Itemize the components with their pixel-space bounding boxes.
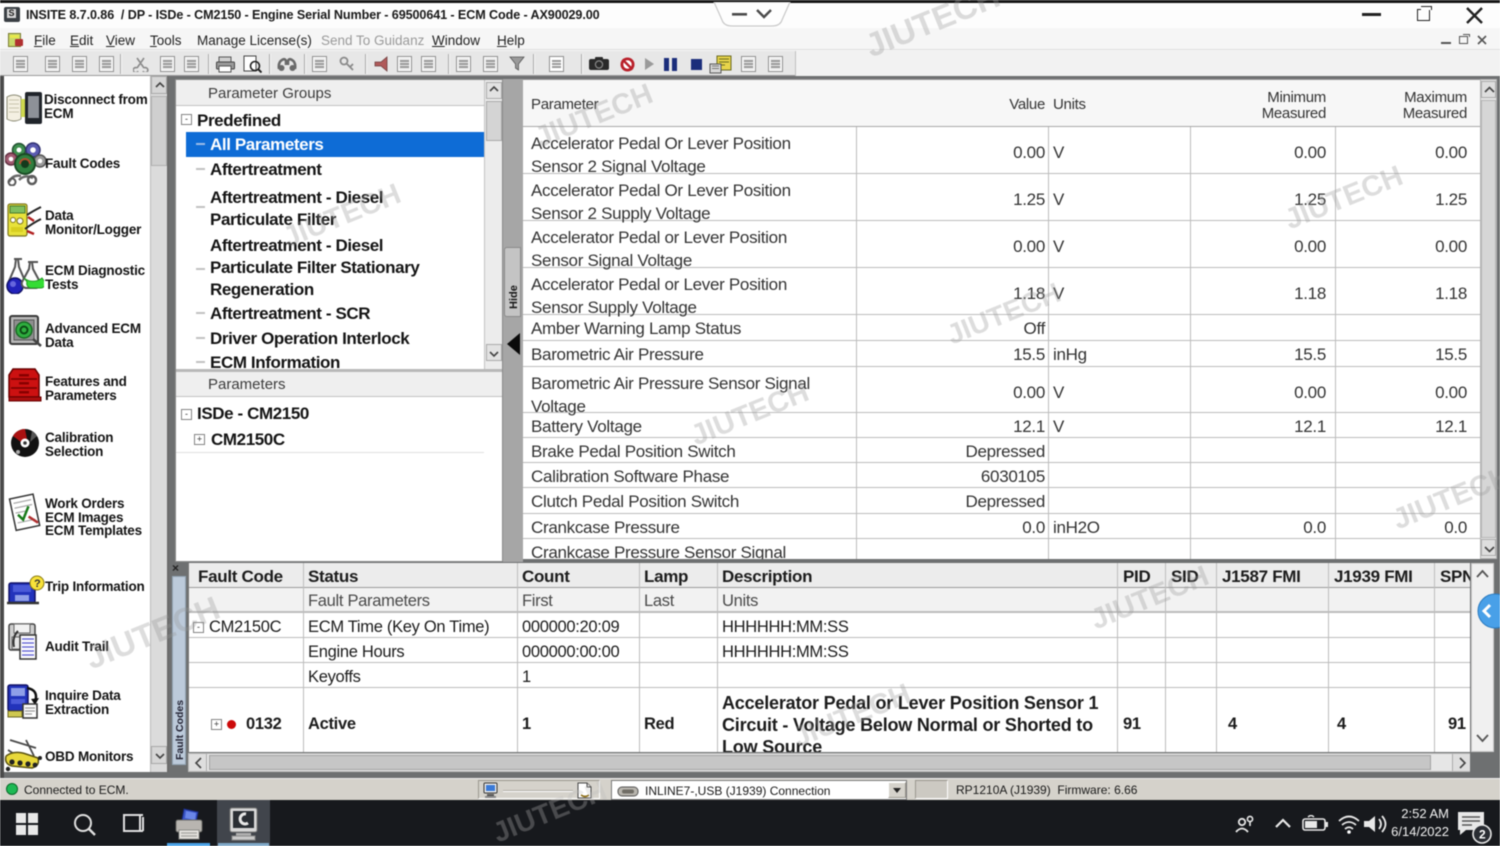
svg-text:?: ? bbox=[34, 578, 41, 590]
svg-text:Hide: Hide bbox=[508, 285, 520, 309]
svg-text:2: 2 bbox=[1479, 828, 1486, 842]
